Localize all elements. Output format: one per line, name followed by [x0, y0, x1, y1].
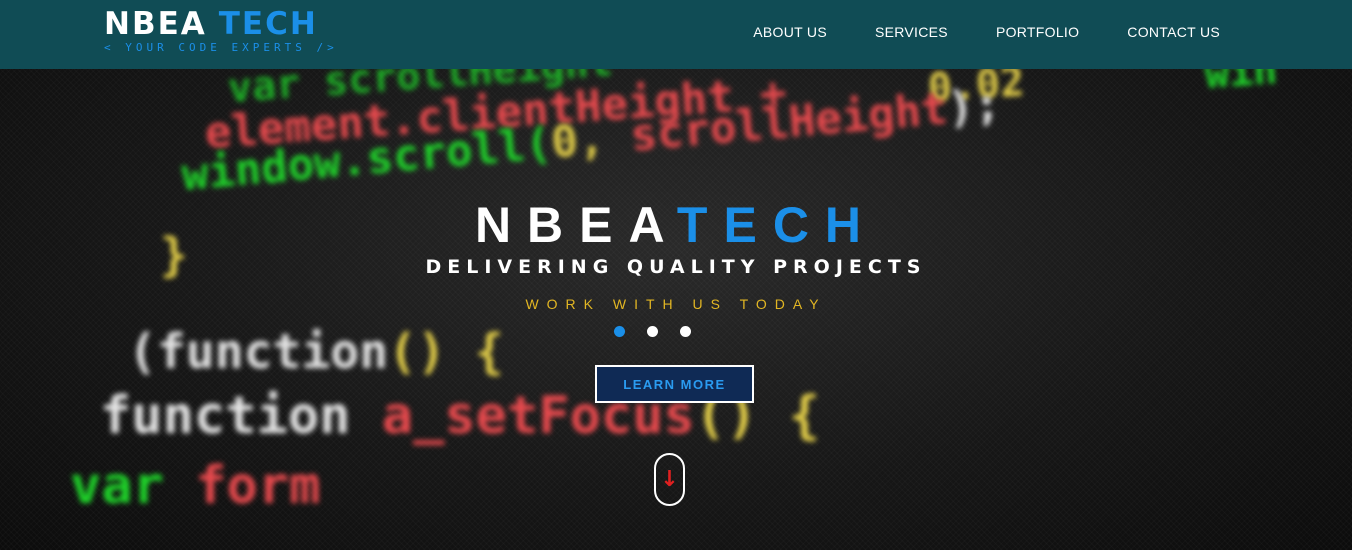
hero-title-part2: TECH [676, 197, 878, 253]
carousel-indicators [614, 326, 713, 337]
hero-section: var scrollHeight 0.02 win element.client… [0, 0, 1352, 550]
nav-portfolio[interactable]: PORTFOLIO [996, 24, 1079, 40]
nav-about-us[interactable]: ABOUT US [753, 24, 827, 40]
bg-code-line: var form [70, 456, 320, 516]
hero-subtitle: DELIVERING QUALITY PROJECTS [425, 256, 927, 278]
hero-title-part1: NBEA [474, 197, 677, 253]
carousel-dot-2[interactable] [647, 326, 658, 337]
bg-code-text: form [195, 456, 321, 516]
bg-code-text: function [100, 386, 351, 446]
main-nav: ABOUT US SERVICES PORTFOLIO CONTACT US [705, 24, 1220, 40]
bg-code-text: 0, [549, 110, 633, 169]
brand-tagline: < YOUR CODE EXPERTS /> [104, 41, 338, 54]
bg-code-text: var [70, 456, 164, 516]
carousel-dot-1[interactable] [614, 326, 625, 337]
bg-code-text: () { [388, 324, 504, 380]
down-arrow-icon: ↓ [660, 466, 679, 492]
nav-contact-us[interactable]: CONTACT US [1127, 24, 1220, 40]
brand-name-part2: TECH [218, 6, 318, 42]
bg-code-text: (function [128, 324, 389, 380]
navbar: NBEA TECH < YOUR CODE EXPERTS /> ABOUT US… [0, 0, 1352, 69]
nav-services[interactable]: SERVICES [875, 24, 948, 40]
scroll-down-button[interactable]: ↓ [654, 453, 685, 506]
bg-code-line: (function() { [128, 324, 504, 380]
hero-call-to-action: WORK WITH US TODAY [525, 296, 827, 312]
bg-code-text: ); [945, 78, 1003, 134]
learn-more-button[interactable]: LEARN MORE [595, 365, 754, 403]
hero-title: NBEATECH [0, 196, 1352, 254]
brand-logo[interactable]: NBEA TECH < YOUR CODE EXPERTS /> [104, 6, 338, 54]
brand-name-part1: NBEA [104, 6, 207, 42]
carousel-dot-3[interactable] [680, 326, 691, 337]
brand-name: NBEA TECH [104, 6, 338, 42]
